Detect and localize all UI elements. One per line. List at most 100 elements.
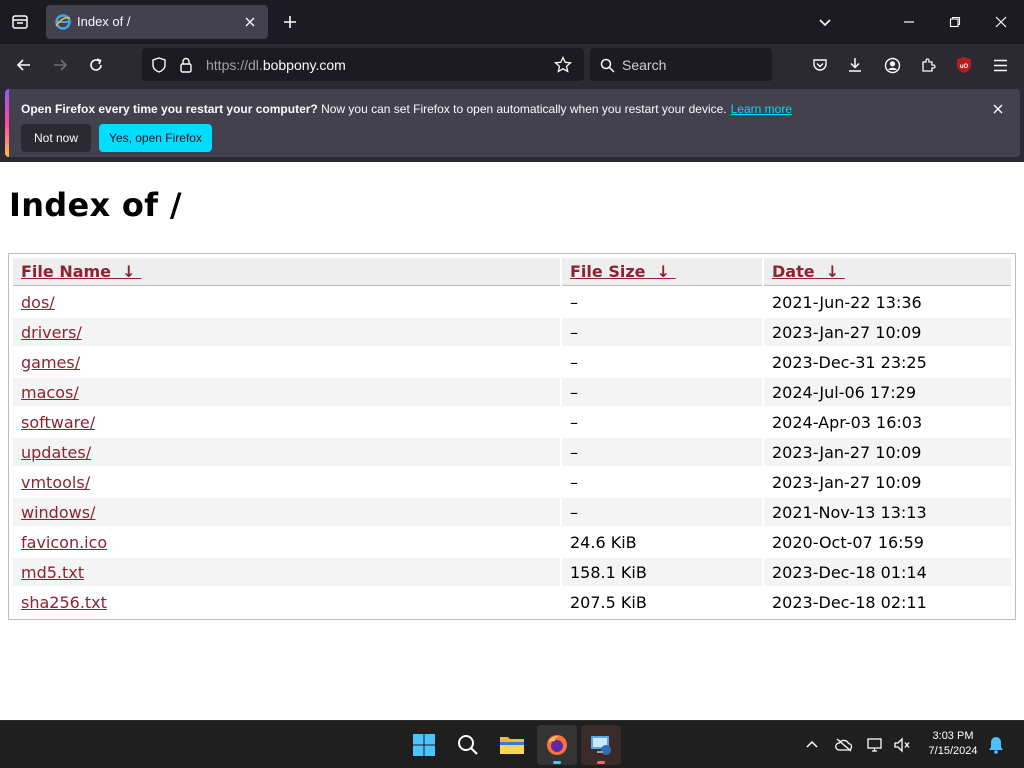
downloads-icon[interactable] (845, 55, 865, 75)
notification-message: Open Firefox every time you restart your… (21, 102, 792, 116)
restore-icon[interactable] (935, 6, 975, 38)
tracking-protection-shield-icon[interactable] (150, 56, 168, 74)
volume-muted-icon[interactable] (893, 736, 911, 754)
tab-bar: Index of / (0, 0, 1024, 44)
sort-by-name-link[interactable]: File Name ↓ (21, 262, 141, 281)
file-date-cell: 2023-Jan-27 10:09 (764, 318, 1011, 346)
running-indicator (597, 761, 605, 764)
chevron-up-icon[interactable] (804, 737, 820, 753)
hamburger-menu-icon[interactable] (990, 55, 1010, 75)
yes-open-firefox-button[interactable]: Yes, open Firefox (99, 124, 212, 152)
table-row: windows/ –2021-Nov-13 13:13 (13, 498, 1011, 526)
file-size-cell: – (562, 498, 762, 526)
file-date-cell: 2023-Dec-31 23:25 (772, 352, 927, 372)
clock-time: 3:03 PM (932, 730, 974, 742)
file-explorer-icon[interactable] (492, 725, 532, 765)
ublock-origin-icon[interactable]: uO (954, 55, 974, 75)
file-link[interactable]: drivers/ (21, 323, 82, 342)
search-icon[interactable] (448, 725, 488, 765)
table-row: macos/ –2024-Jul-06 17:29 (13, 378, 1011, 406)
file-size-cell: – (570, 352, 578, 372)
file-date-cell: 2021-Nov-13 13:13 (764, 498, 1011, 526)
file-link[interactable]: updates/ (21, 443, 91, 462)
minimize-icon[interactable] (889, 6, 929, 38)
url-bar[interactable]: https://dl.bobpony.com (142, 48, 584, 81)
column-label: Date (772, 262, 815, 281)
search-bar[interactable]: Search (590, 48, 772, 81)
onedrive-offline-icon[interactable] (835, 736, 853, 754)
default-browser-notification: Open Firefox every time you restart your… (5, 89, 1020, 157)
notification-accent-bar (5, 89, 9, 157)
file-link[interactable]: vmtools/ (21, 473, 90, 492)
firefox-view-icon[interactable] (6, 8, 34, 36)
table-row: software/ – 2024-Apr-03 16:03 (13, 408, 1011, 436)
file-name-cell: games/ (13, 348, 560, 376)
tab-close-icon[interactable] (240, 12, 260, 32)
file-link[interactable]: windows/ (21, 503, 95, 522)
file-link[interactable]: sha256.txt (21, 593, 107, 612)
reload-icon[interactable] (82, 51, 110, 79)
file-table: File Name ↓ File Size ↓ Date ↓ dos/–2021… (11, 256, 1013, 618)
notification-bold-text: Open Firefox every time you restart your… (21, 102, 318, 116)
back-arrow-icon[interactable] (10, 51, 38, 79)
running-indicator (553, 761, 561, 764)
file-link[interactable]: software/ (21, 413, 95, 432)
url-text[interactable]: https://dl.bobpony.com (206, 57, 346, 73)
sort-arrow-icon: ↓ (825, 262, 840, 281)
tab-index[interactable]: Index of / (46, 5, 268, 39)
list-all-tabs-chevron-icon[interactable] (811, 8, 839, 36)
url-host: bobpony.com (262, 57, 346, 73)
file-name-cell: sha256.txt (13, 588, 560, 616)
column-label: File Size (570, 262, 646, 281)
internet-explorer-favicon-icon (55, 14, 71, 30)
table-row: vmtools/ – 2023-Jan-27 10:09 (13, 468, 1011, 496)
learn-more-link[interactable]: Learn more (731, 102, 792, 116)
windows-start-icon[interactable] (404, 725, 444, 765)
file-link[interactable]: dos/ (21, 293, 55, 312)
file-date-cell: 2021-Jun-22 13:36 (772, 292, 922, 312)
new-tab-icon[interactable] (276, 8, 304, 36)
close-window-icon[interactable] (981, 6, 1021, 38)
system-clock[interactable]: 3:03 PM 7/15/2024 (918, 729, 988, 759)
file-name-cell: software/ (13, 408, 560, 436)
file-date-cell: 2023-Jan-27 10:09 (764, 438, 1011, 466)
extensions-puzzle-icon[interactable] (918, 55, 938, 75)
not-now-button[interactable]: Not now (21, 124, 91, 152)
file-name-cell: md5.txt (13, 558, 560, 586)
table-row: dos/ – 2021-Jun-22 13:36 (13, 288, 1011, 316)
table-row: sha256.txt 207.5 KiB 2023-Dec-18 02:11 (13, 588, 1011, 616)
lock-icon[interactable] (177, 56, 195, 74)
forward-arrow-icon[interactable] (46, 51, 74, 79)
search-icon (598, 56, 616, 74)
search-placeholder: Search (622, 57, 667, 73)
account-icon[interactable] (882, 55, 902, 75)
file-name-cell: vmtools/ (13, 468, 560, 496)
file-link[interactable]: favicon.ico (21, 533, 107, 552)
pocket-icon[interactable] (810, 55, 830, 75)
sort-arrow-icon: ↓ (122, 262, 136, 281)
file-size-cell: – (562, 438, 762, 466)
network-icon[interactable] (867, 736, 885, 754)
bookmark-star-icon[interactable] (554, 56, 572, 74)
notification-bell-icon[interactable] (987, 736, 1005, 754)
firefox-taskbar-icon[interactable] (537, 725, 577, 765)
notification-close-icon[interactable] (990, 101, 1006, 117)
table-row: favicon.ico 24.6 KiB 2020-Oct-07 16:59 (13, 528, 1011, 556)
file-name-cell: macos/ (13, 378, 560, 406)
file-date-cell: 2024-Apr-03 16:03 (772, 412, 923, 432)
notification-text: Now you can set Firefox to open automati… (317, 102, 727, 116)
page-content: Index of / File Name ↓ File Size ↓ Date … (0, 162, 1024, 720)
column-header-file-size: File Size ↓ (562, 258, 762, 286)
file-size-cell: – (562, 318, 762, 346)
file-size-cell: 158.1 KiB (562, 558, 762, 586)
file-link[interactable]: macos/ (21, 383, 79, 402)
sort-by-size-link[interactable]: File Size ↓ (570, 262, 676, 281)
file-name-cell: updates/ (13, 438, 560, 466)
file-link[interactable]: games/ (21, 353, 80, 372)
file-size-cell: – (562, 378, 762, 406)
file-link[interactable]: md5.txt (21, 563, 84, 582)
page-title: Index of / (9, 186, 182, 224)
remote-desktop-icon[interactable] (581, 725, 621, 765)
sort-by-date-link[interactable]: Date ↓ (772, 262, 845, 281)
file-size-cell: – (570, 292, 578, 312)
